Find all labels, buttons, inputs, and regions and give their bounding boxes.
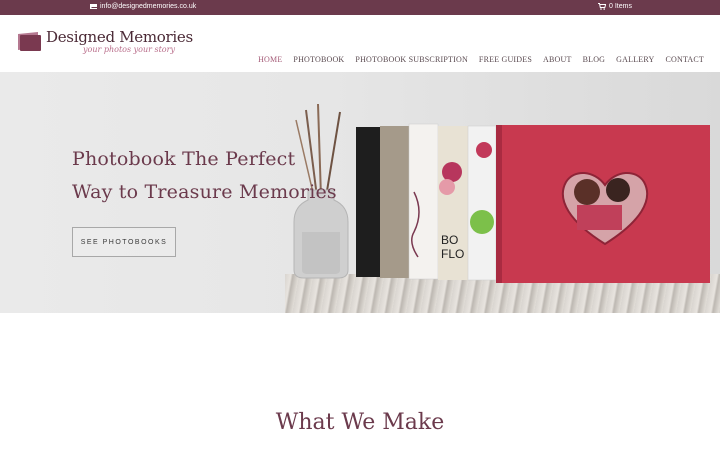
- photobook-logo-icon: [18, 31, 42, 51]
- hero-banner: BO FLO Photobook The Perfect Way to Trea…: [0, 72, 720, 313]
- email-text: info@designedmemories.co.uk: [100, 3, 197, 10]
- see-photobooks-button[interactable]: SEE PHOTOBOOKS: [72, 227, 176, 257]
- site-header: Designed Memories your photos your story…: [0, 15, 720, 73]
- nav-blog[interactable]: BLOG: [583, 55, 606, 64]
- cart-count: 0 Items: [609, 3, 632, 10]
- cart-link[interactable]: 0 Items: [598, 3, 632, 10]
- section-title: What We Make: [275, 410, 445, 435]
- svg-text:FLO: FLO: [441, 247, 464, 261]
- site-logo[interactable]: Designed Memories your photos your story: [18, 30, 193, 54]
- nav-about[interactable]: ABOUT: [543, 55, 572, 64]
- email-link[interactable]: info@designedmemories.co.uk: [90, 3, 196, 10]
- hero-headline-line1: Photobook The Perfect: [72, 148, 296, 170]
- top-bar: info@designedmemories.co.uk 0 Items: [0, 0, 720, 15]
- cart-icon: [598, 3, 606, 10]
- svg-text:BO: BO: [441, 233, 458, 247]
- main-nav: HOME PHOTOBOOK PHOTOBOOK SUBSCRIPTION FR…: [258, 55, 704, 64]
- logo-tagline: your photos your story: [83, 45, 175, 54]
- nav-photobook-subscription[interactable]: PHOTOBOOK SUBSCRIPTION: [355, 55, 468, 64]
- hero-headline: Photobook The Perfect Way to Treasure Me…: [72, 143, 337, 209]
- nav-gallery[interactable]: GALLERY: [616, 55, 654, 64]
- envelope-icon: [90, 4, 97, 9]
- hero-headline-line2: Way to Treasure Memories: [72, 181, 337, 203]
- nav-photobook[interactable]: PHOTOBOOK: [293, 55, 344, 64]
- nav-contact[interactable]: CONTACT: [665, 55, 704, 64]
- logo-title: Designed Memories: [46, 28, 193, 46]
- nav-home[interactable]: HOME: [258, 55, 282, 64]
- nav-free-guides[interactable]: FREE GUIDES: [479, 55, 532, 64]
